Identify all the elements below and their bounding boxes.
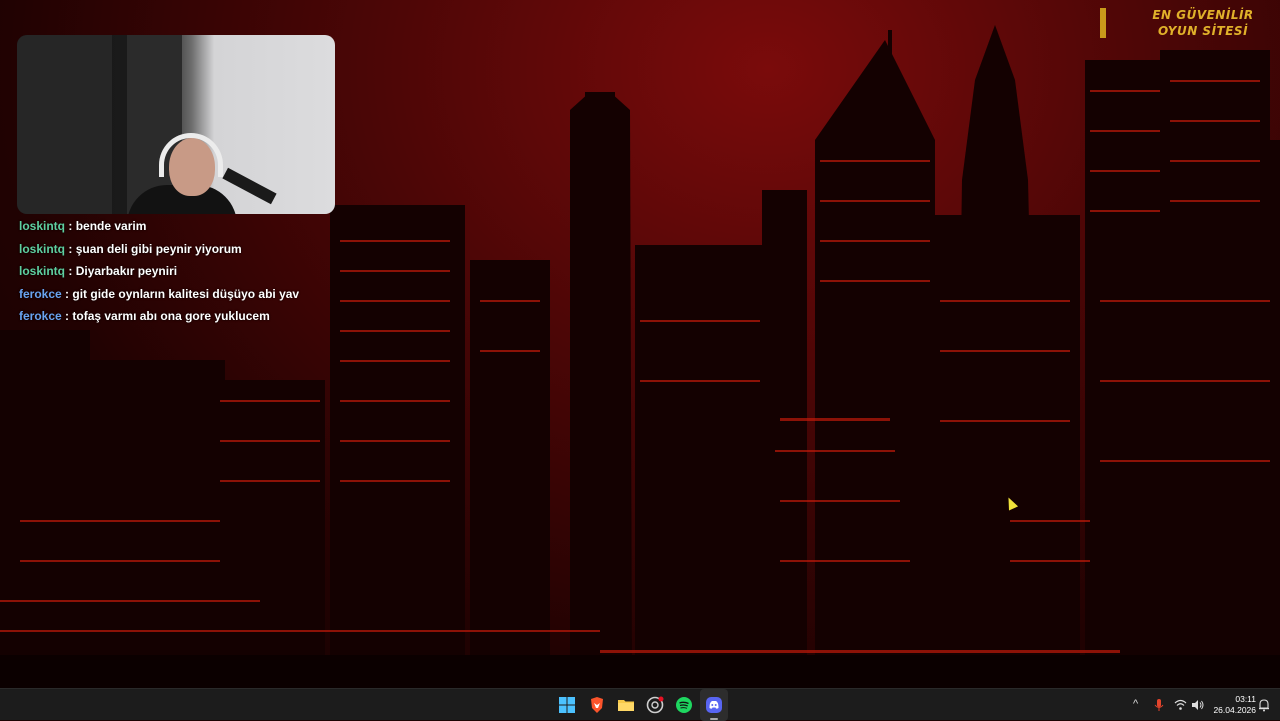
system-clock[interactable]: 03:11 26.04.2026 bbox=[1208, 694, 1256, 716]
banner-line-2: OYUN SİTESİ bbox=[1157, 24, 1249, 38]
chat-username: ferokce bbox=[19, 309, 62, 324]
spotify-icon[interactable] bbox=[675, 696, 693, 714]
chat-text: Diyarbakır peyniri bbox=[75, 264, 178, 279]
notification-bell-icon[interactable] bbox=[1258, 698, 1270, 712]
chat-message: ferokce : tofaş varmı abı ona gore yuklu… bbox=[19, 309, 299, 332]
chat-message: ferokce : git gide oynların kalitesi düş… bbox=[19, 287, 299, 310]
show-hidden-icons-chevron-icon[interactable]: ^ bbox=[1133, 698, 1138, 710]
chat-message: loskintq : bende varim bbox=[19, 219, 299, 242]
chat-separator: : bbox=[65, 219, 76, 233]
file-explorer-icon[interactable] bbox=[617, 696, 635, 714]
clock-date: 26.04.2026 bbox=[1213, 705, 1256, 715]
chat-separator: : bbox=[65, 241, 76, 256]
chat-text: tofaş varmı abı ona gore yuklucem bbox=[72, 309, 270, 324]
chat-text: şuan deli gibi peynir yiyorum bbox=[75, 241, 242, 256]
webcam-overlay bbox=[17, 35, 335, 214]
chat-username: ferokce bbox=[19, 286, 62, 301]
windows-start-icon[interactable] bbox=[558, 696, 576, 714]
microphone-icon[interactable] bbox=[1153, 698, 1165, 712]
promo-banner: EN GÜVENİLİR OYUN SİTESİ bbox=[1100, 6, 1275, 42]
chat-overlay: loskintq : bende varim loskintq : şuan d… bbox=[19, 219, 299, 332]
chat-message: loskintq : şuan deli gibi peynir yiyorum bbox=[19, 242, 299, 265]
taskbar: ^ 03:11 26.04.2026 bbox=[0, 688, 1280, 721]
brave-browser-icon[interactable] bbox=[588, 696, 606, 714]
chat-username: loskintq bbox=[19, 264, 66, 279]
banner-accent-bar bbox=[1100, 8, 1106, 38]
chrome-extension-icon[interactable] bbox=[646, 696, 664, 714]
volume-icon[interactable] bbox=[1191, 699, 1204, 711]
microphone-arm bbox=[222, 167, 277, 205]
chat-separator: : bbox=[65, 264, 76, 279]
chat-text: bende varim bbox=[75, 219, 147, 233]
banner-line-1: EN GÜVENİLİR bbox=[1152, 8, 1254, 22]
wifi-icon[interactable] bbox=[1174, 699, 1187, 711]
chat-message: loskintq : Diyarbakır peyniri bbox=[19, 264, 299, 287]
chat-username: loskintq bbox=[19, 219, 66, 233]
chat-separator: : bbox=[61, 286, 73, 301]
discord-icon[interactable] bbox=[705, 696, 723, 714]
clock-time: 03:11 bbox=[1235, 694, 1256, 704]
desktop-wallpaper: EN GÜVENİLİR OYUN SİTESİ loskintq : bend… bbox=[0, 0, 1280, 688]
chat-separator: : bbox=[61, 309, 73, 324]
chat-username: loskintq bbox=[19, 241, 66, 256]
chat-text: git gide oynların kalitesi düşüyo abi ya… bbox=[72, 286, 300, 301]
